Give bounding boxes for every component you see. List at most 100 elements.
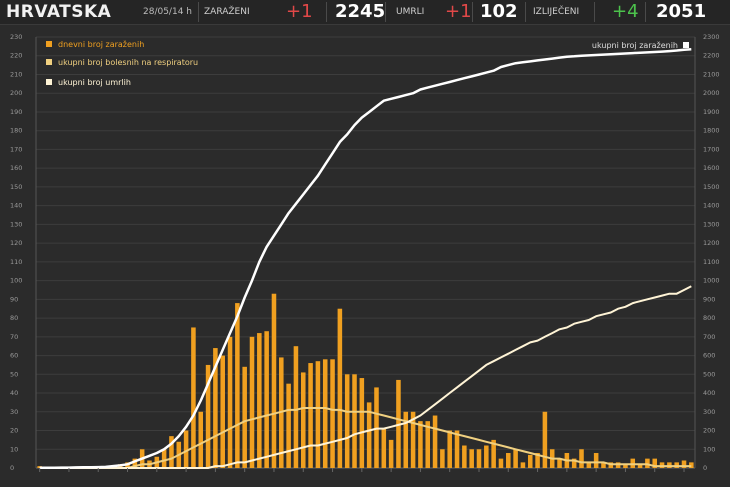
right-tick-label: 600 <box>703 352 715 360</box>
recovered-delta: +4 <box>612 1 639 22</box>
daily-case-bar <box>337 308 343 468</box>
daily-case-bar <box>322 359 328 468</box>
daily-case-bar <box>308 363 313 468</box>
left-tick-label: 50 <box>10 370 18 378</box>
right-tick-label: 1300 <box>703 220 720 228</box>
right-tick-label: 0 <box>703 464 707 472</box>
left-tick-label: 70 <box>10 333 18 341</box>
left-tick-label: 100 <box>10 277 22 285</box>
right-tick-label: 800 <box>703 314 715 322</box>
daily-case-bar <box>447 430 452 468</box>
right-tick-label: 100 <box>703 445 715 453</box>
left-tick-label: 230 <box>10 33 22 41</box>
respirator-line <box>39 407 692 469</box>
daily-case-bar <box>381 428 387 468</box>
daily-case-bar <box>242 366 247 468</box>
legend-swatch-deaths <box>46 79 52 85</box>
daily-case-bar <box>388 439 394 468</box>
right-tick-label: 1200 <box>703 239 720 247</box>
daily-case-bar <box>513 449 518 468</box>
daily-case-bar <box>527 454 533 468</box>
daily-case-bar <box>286 383 291 468</box>
legend-swatch-respirator <box>46 59 52 65</box>
daily-case-bar <box>227 336 233 468</box>
daily-case-bar <box>484 445 489 468</box>
right-tick-label: 1100 <box>703 258 720 266</box>
daily-case-bar <box>542 411 548 468</box>
left-tick-label: 110 <box>10 258 22 266</box>
daily-case-bar <box>271 293 277 468</box>
daily-case-bar <box>359 378 365 468</box>
right-tick-label: 2100 <box>703 70 720 78</box>
daily-case-bar <box>344 374 350 468</box>
left-tick-label: 90 <box>10 295 18 303</box>
daily-case-bar <box>264 331 269 468</box>
left-axis: 0 10 20 30 40 50 60 70 80 90 100 110 120 130 140 150 160… <box>10 33 22 472</box>
country-title: HRVATSKA <box>6 2 112 22</box>
infected-label: ZARAŽENI <box>204 7 250 17</box>
left-tick-label: 30 <box>10 408 18 416</box>
legend-daily-cases: dnevni broj zaraženih <box>58 40 144 49</box>
left-tick-label: 140 <box>10 202 22 210</box>
left-tick-label: 130 <box>10 220 22 228</box>
daily-cases-bars <box>37 293 694 468</box>
right-tick-label: 1400 <box>703 202 720 210</box>
right-tick-label: 1600 <box>703 164 720 172</box>
right-tick-label: 2200 <box>703 52 720 60</box>
daily-case-bar <box>462 445 467 468</box>
legend-total-cases: ukupni broj zaraženih <box>592 41 678 50</box>
legend: dnevni broj zaraženih ukupni broj bolesn… <box>46 40 689 87</box>
deaths-label: UMRLI <box>396 7 425 17</box>
daily-case-bar <box>235 303 240 468</box>
gridlines <box>35 36 696 469</box>
divider <box>525 2 526 22</box>
left-tick-label: 120 <box>10 239 22 247</box>
recovered-label: IZLIJEČENI <box>533 7 580 17</box>
daily-case-bar <box>520 462 526 468</box>
left-tick-label: 160 <box>10 164 22 172</box>
legend-swatch-total <box>683 42 689 48</box>
divider <box>645 2 646 22</box>
deaths-total: 102 <box>480 1 518 22</box>
right-tick-label: 500 <box>703 370 715 378</box>
daily-case-bar <box>579 449 584 468</box>
right-tick-label: 900 <box>703 295 715 303</box>
left-tick-label: 20 <box>10 427 18 435</box>
infected-delta: +1 <box>286 1 313 22</box>
recovered-total: 2051 <box>656 1 707 22</box>
daily-case-bar <box>418 421 423 468</box>
daily-case-bar <box>432 415 438 468</box>
deaths-line <box>39 285 692 469</box>
right-tick-label: 1000 <box>703 277 720 285</box>
legend-swatch-daily <box>46 41 52 47</box>
left-tick-label: 80 <box>10 314 18 322</box>
divider <box>385 2 386 22</box>
divider <box>326 2 327 22</box>
daily-case-bar <box>300 372 306 468</box>
top-bar: HRVATSKA 28/05/14 h ZARAŽENI +1 2245 UMR… <box>0 0 730 25</box>
daily-case-bar <box>593 453 599 468</box>
divider <box>198 2 199 22</box>
right-axis: 0 100 200 300 400 500 600 700 800 900 1000 1100 1200… <box>703 33 720 472</box>
daily-case-bar <box>249 336 255 468</box>
left-tick-label: 10 <box>10 445 18 453</box>
daily-case-bar <box>498 458 504 468</box>
right-tick-label: 700 <box>703 333 715 341</box>
left-tick-label: 210 <box>10 70 22 78</box>
right-tick-label: 200 <box>703 427 715 435</box>
right-tick-label: 2000 <box>703 89 720 97</box>
infected-total: 2245 <box>335 1 386 22</box>
covid-chart: 0 10 20 30 40 50 60 70 80 90 100 110 120 130 140 150 160… <box>10 33 720 472</box>
daily-case-bar <box>454 430 460 468</box>
left-tick-label: 220 <box>10 52 22 60</box>
right-tick-label: 1700 <box>703 145 720 153</box>
legend-respirator: ukupni broj bolesnih na respiratoru <box>58 58 198 67</box>
daily-case-bar <box>440 449 445 468</box>
left-tick-label: 40 <box>10 389 18 397</box>
daily-case-bar <box>506 453 511 468</box>
daily-case-bar <box>315 361 321 468</box>
left-tick-label: 200 <box>10 89 22 97</box>
left-tick-label: 0 <box>10 464 14 472</box>
right-tick-label: 1900 <box>703 108 720 116</box>
left-tick-label: 190 <box>10 108 22 116</box>
